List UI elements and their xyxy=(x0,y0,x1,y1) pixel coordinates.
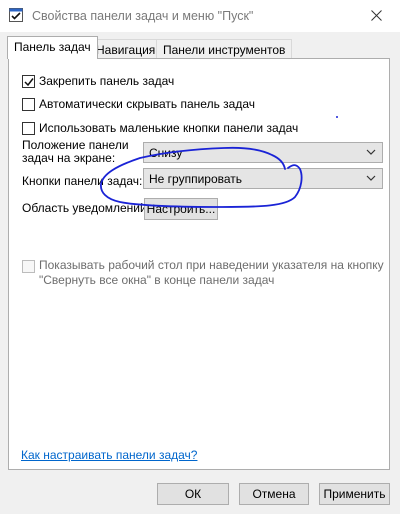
notifications-label: Область уведомлений: xyxy=(22,201,151,215)
checkbox-box[interactable] xyxy=(22,121,35,135)
title-bar: Свойства панели задач и меню "Пуск" xyxy=(0,0,400,32)
tab-label: Навигация xyxy=(96,43,156,57)
close-icon xyxy=(371,10,382,21)
autohide-checkbox[interactable]: Автоматически скрывать панель задач xyxy=(22,97,255,111)
tab-toolbars[interactable]: Панели инструментов xyxy=(156,39,293,59)
cancel-button[interactable]: Отмена xyxy=(239,483,309,505)
tab-taskbar[interactable]: Панель задач xyxy=(7,36,98,59)
checkbox-box[interactable] xyxy=(22,97,35,111)
peek-line2: "Свернуть все окна" в конце панели задач xyxy=(39,273,275,287)
buttons-label: Кнопки панели задач: xyxy=(22,174,143,188)
chevron-down-icon xyxy=(366,175,376,181)
buttons-select[interactable]: Не группировать xyxy=(143,168,383,189)
position-select[interactable]: Снизу xyxy=(143,142,383,163)
tab-navigation[interactable]: Навигация xyxy=(89,39,163,59)
checkbox-box[interactable] xyxy=(22,260,35,273)
position-label: Положение панели задач на экране: xyxy=(22,139,129,165)
checkbox-label: Автоматически скрывать панель задач xyxy=(39,97,256,111)
checkbox-label: Закрепить панель задач xyxy=(39,74,175,88)
small-buttons-checkbox[interactable]: Использовать маленькие кнопки панели зад… xyxy=(22,121,298,135)
checkbox-label: Показывать рабочий стол при наведении ук… xyxy=(39,258,384,288)
position-label-line2: задач на экране: xyxy=(22,151,116,165)
tab-label: Панель задач xyxy=(14,40,91,54)
select-value: Не группировать xyxy=(149,172,243,186)
ok-button[interactable]: ОК xyxy=(157,483,229,505)
select-value: Снизу xyxy=(149,146,183,160)
peek-checkbox[interactable]: Показывать рабочий стол при наведении ук… xyxy=(22,258,384,288)
help-link[interactable]: Как настраивать панели задач? xyxy=(21,448,197,462)
lock-taskbar-checkbox[interactable]: Закрепить панель задач xyxy=(22,74,174,88)
checkbox-box[interactable] xyxy=(22,74,35,88)
tab-label: Панели инструментов xyxy=(163,43,286,57)
window-title: Свойства панели задач и меню "Пуск" xyxy=(32,9,254,23)
close-button[interactable] xyxy=(354,0,400,32)
checklist-icon xyxy=(8,7,24,23)
apply-button[interactable]: Применить xyxy=(319,483,390,505)
checkmark-icon xyxy=(24,77,34,86)
checkbox-label: Использовать маленькие кнопки панели зад… xyxy=(39,121,299,135)
customize-button[interactable]: Настроить... xyxy=(144,198,218,220)
chevron-down-icon xyxy=(366,149,376,155)
peek-line1: Показывать рабочий стол при наведении ук… xyxy=(39,258,384,272)
